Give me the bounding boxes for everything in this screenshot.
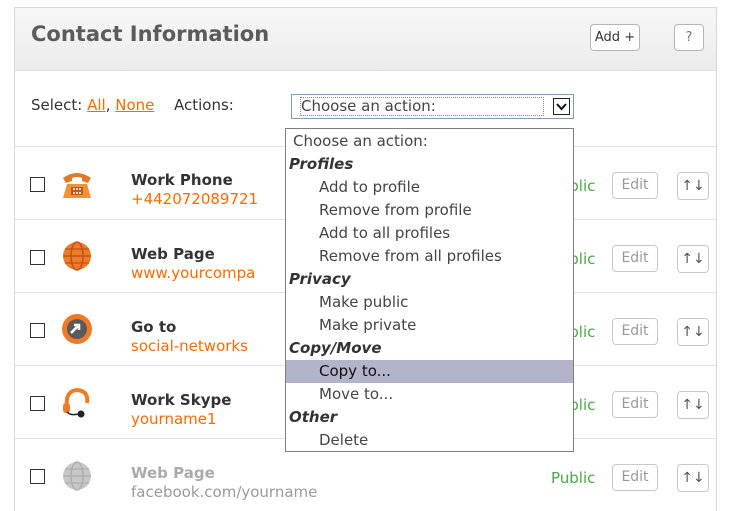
edit-button[interactable]: Edit: [612, 464, 658, 491]
edit-button[interactable]: Edit: [612, 391, 658, 418]
edit-button[interactable]: Edit: [612, 318, 658, 345]
dropdown-option-copy-to[interactable]: Copy to...: [286, 360, 573, 383]
headset-icon: [59, 385, 93, 419]
row-checkbox[interactable]: [30, 396, 45, 411]
reorder-button[interactable]: ↑↓: [677, 172, 709, 200]
dropdown-group-other: Other: [289, 408, 338, 426]
row-value-link[interactable]: facebook.com/yourname: [131, 483, 317, 501]
row-checkbox[interactable]: [30, 177, 45, 192]
row-value-link[interactable]: +442072089721: [131, 190, 258, 208]
dropdown-group-copy-move: Copy/Move: [289, 339, 382, 357]
row-checkbox[interactable]: [30, 323, 45, 338]
globe-icon: [59, 458, 93, 492]
dropdown-group-privacy: Privacy: [289, 270, 351, 288]
add-button[interactable]: Add +: [590, 24, 640, 51]
dropdown-group-profiles: Profiles: [289, 155, 354, 173]
edit-button[interactable]: Edit: [612, 245, 658, 272]
dropdown-option-remove-from-all-profiles[interactable]: Remove from all profiles: [286, 245, 573, 268]
dropdown-option-make-private[interactable]: Make private: [286, 314, 573, 337]
select-label: Select:: [31, 96, 83, 114]
selection-bar: Select: All, None Actions:: [31, 96, 234, 114]
reorder-button[interactable]: ↑↓: [677, 245, 709, 273]
phone-icon: [59, 166, 93, 200]
row-checkbox[interactable]: [30, 250, 45, 265]
select-none-link[interactable]: None: [115, 96, 154, 114]
actions-label: Actions:: [173, 96, 234, 114]
dropdown-option-remove-from-profile[interactable]: Remove from profile: [286, 199, 573, 222]
reorder-button[interactable]: ↑↓: [677, 391, 709, 419]
dropdown-option-move-to[interactable]: Move to...: [286, 383, 573, 406]
action-select-value: Choose an action:: [300, 97, 544, 116]
row-label: Web Page: [131, 464, 215, 482]
reorder-button[interactable]: ↑↓: [677, 464, 709, 492]
go-to-arrow-icon: [59, 311, 93, 345]
help-button[interactable]: ?: [674, 24, 704, 51]
dropdown-option-make-public[interactable]: Make public: [286, 291, 573, 314]
chevron-down-icon[interactable]: [553, 98, 570, 115]
select-separator: ,: [105, 96, 111, 114]
panel-header: Contact Information Add + ?: [15, 8, 716, 71]
row-value-link[interactable]: www.yourcompa: [131, 264, 255, 282]
dropdown-option-placeholder[interactable]: Choose an action:: [286, 130, 573, 153]
privacy-status[interactable]: Public: [551, 469, 595, 487]
row-label: Web Page: [131, 245, 215, 263]
row-value-link[interactable]: social-networks: [131, 337, 248, 355]
action-dropdown-list: Choose an action: Profiles Add to profil…: [285, 128, 574, 452]
dropdown-option-add-to-profile[interactable]: Add to profile: [286, 176, 573, 199]
globe-icon: [59, 238, 93, 272]
panel-title: Contact Information: [31, 22, 270, 46]
dropdown-option-delete[interactable]: Delete: [286, 429, 573, 452]
row-value-link[interactable]: yourname1: [131, 410, 217, 428]
dropdown-option-add-to-all-profiles[interactable]: Add to all profiles: [286, 222, 573, 245]
row-label: Go to: [131, 318, 177, 336]
select-all-link[interactable]: All: [87, 96, 106, 114]
action-select[interactable]: Choose an action:: [291, 94, 574, 119]
edit-button[interactable]: Edit: [612, 172, 658, 199]
row-label: Work Phone: [131, 171, 233, 189]
row-checkbox[interactable]: [30, 469, 45, 484]
reorder-button[interactable]: ↑↓: [677, 318, 709, 346]
row-label: Work Skype: [131, 391, 232, 409]
